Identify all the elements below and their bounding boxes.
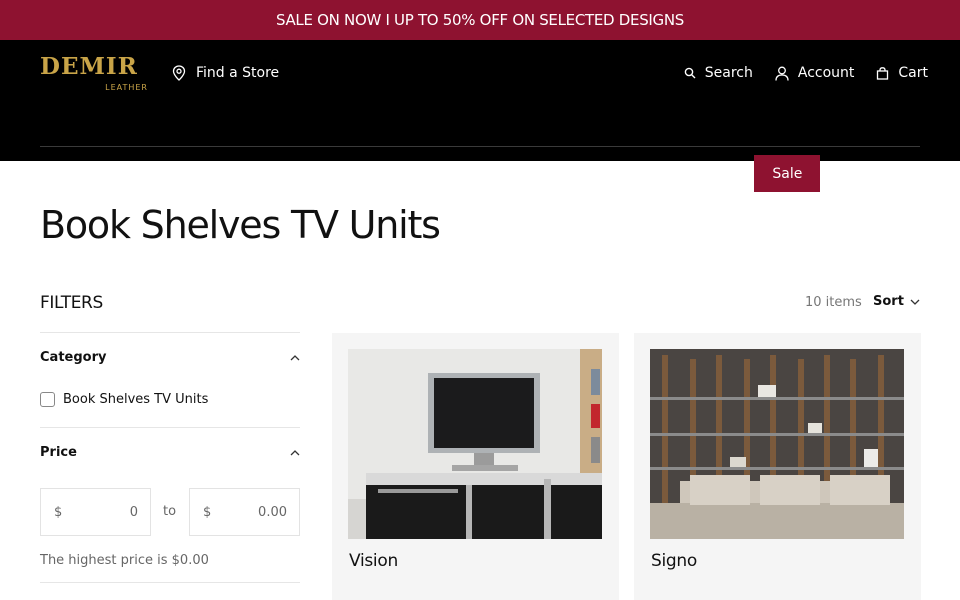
cart-label: Cart xyxy=(898,65,928,81)
search-label: Search xyxy=(704,65,753,81)
product-image-bookshelf[interactable] xyxy=(650,349,904,539)
item-count: 10 items xyxy=(805,295,862,310)
product-name[interactable]: Vision xyxy=(349,551,398,571)
price-filter-toggle[interactable]: Price xyxy=(40,445,300,460)
price-range-separator: to xyxy=(163,504,177,519)
nav-item-sale[interactable]: Sale xyxy=(754,155,821,192)
sort-label: Sort xyxy=(873,294,904,309)
brand-name: DEMIR xyxy=(40,53,138,80)
search-icon xyxy=(684,67,696,79)
announcement-bar[interactable]: SALE ON NOW I UP TO 50% OFF ON SELECTED … xyxy=(0,0,960,40)
nav-item-recliners[interactable]: Recliners xyxy=(282,155,366,192)
shopping-bag-icon xyxy=(877,66,889,80)
product-card[interactable]: Vision xyxy=(332,333,619,600)
product-image-tv-unit[interactable] xyxy=(348,349,602,539)
nav-item-sofas[interactable]: Sofas xyxy=(140,155,198,192)
location-pin-icon xyxy=(172,65,186,81)
chevron-up-icon xyxy=(290,354,300,360)
chevron-down-icon xyxy=(910,299,920,305)
find-store-link[interactable]: Find a Store xyxy=(172,65,279,81)
user-icon xyxy=(775,66,789,81)
nav-item-dining[interactable]: Dining xyxy=(552,155,617,192)
brand-tagline: LEATHER xyxy=(105,83,148,92)
category-filter-label: Category xyxy=(40,350,107,365)
category-option[interactable]: Book Shelves TV Units xyxy=(40,392,208,407)
brand-logo[interactable]: DEMIR LEATHER xyxy=(40,53,150,92)
filters-heading: FILTERS xyxy=(40,293,103,313)
site-header: DEMIR LEATHER Find a Store Search Accoun… xyxy=(0,40,960,192)
currency-symbol: $ xyxy=(203,504,212,520)
price-max-value: 0.00 xyxy=(258,504,287,520)
header-divider xyxy=(40,146,920,147)
sort-dropdown[interactable]: Sort xyxy=(873,294,920,309)
announcement-text: SALE ON NOW I UP TO 50% OFF ON SELECTED … xyxy=(275,11,685,29)
price-min-value: 0 xyxy=(129,504,138,520)
search-link[interactable]: Search xyxy=(684,65,753,81)
nav-item-ottomans[interactable]: Ottomans xyxy=(366,155,455,192)
cart-link[interactable]: Cart xyxy=(876,65,928,81)
price-hint: The highest price is $0.00 xyxy=(40,553,209,568)
currency-symbol: $ xyxy=(54,504,63,520)
nav-item-furniture[interactable]: Furniture xyxy=(672,155,755,192)
account-link[interactable]: Account xyxy=(775,65,855,81)
page-title: Book Shelves TV Units xyxy=(40,203,441,247)
chevron-up-icon xyxy=(290,449,300,455)
filter-divider xyxy=(40,582,300,583)
filter-divider xyxy=(40,332,300,333)
price-min-input[interactable]: $ 0 xyxy=(40,488,151,536)
category-option-label: Book Shelves TV Units xyxy=(63,392,209,407)
product-name[interactable]: Signo xyxy=(651,551,697,571)
category-filter-toggle[interactable]: Category xyxy=(40,350,300,365)
nav-item-modulars[interactable]: Modulars xyxy=(198,155,282,192)
category-checkbox[interactable] xyxy=(40,392,55,407)
price-filter-label: Price xyxy=(40,445,77,460)
nav-item-arm-chairs[interactable]: Arm Chairs xyxy=(455,155,552,192)
product-card[interactable]: Signo xyxy=(634,333,921,600)
main-nav: Sofas Modulars Recliners Ottomans Arm Ch… xyxy=(0,155,960,192)
account-label: Account xyxy=(797,65,855,81)
nav-item-beds[interactable]: Beds xyxy=(617,155,671,192)
filter-divider xyxy=(40,427,300,428)
find-store-label: Find a Store xyxy=(196,65,280,81)
price-max-input[interactable]: $ 0.00 xyxy=(189,488,300,536)
